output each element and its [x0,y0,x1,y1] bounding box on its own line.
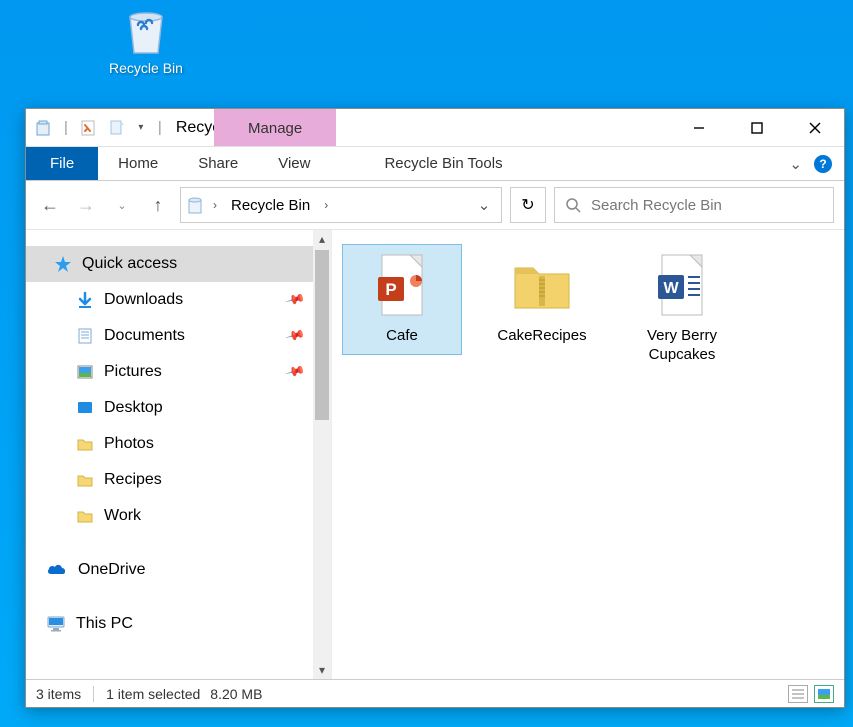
address-bar[interactable]: › Recycle Bin › ⌄ [180,187,502,223]
folder-icon [76,507,94,525]
sidebar-item-label: Pictures [104,363,162,381]
file-item-cakerecipes[interactable]: CakeRecipes [482,244,602,355]
zip-folder-icon [487,251,597,321]
file-item-cafe[interactable]: P Cafe [342,244,462,355]
sidebar-item-photos[interactable]: Photos [26,426,313,462]
sidebar-item-label: OneDrive [78,561,146,579]
desktop-recycle-bin[interactable]: Recycle Bin [98,6,194,76]
scroll-thumb[interactable] [315,250,329,420]
file-list[interactable]: P Cafe CakeRecipes [332,230,844,679]
history-dropdown-icon[interactable]: ⌄ [108,191,136,219]
sidebar-item-label: Downloads [104,291,183,309]
file-label: CakeRecipes [487,327,597,346]
folder-icon [76,471,94,489]
status-selection: 1 item selected [106,686,200,702]
close-button[interactable] [786,109,844,146]
scroll-up-icon[interactable]: ▴ [313,230,331,248]
sidebar-item-recipes[interactable]: Recipes [26,462,313,498]
window-controls [670,109,844,146]
sidebar-item-this-pc[interactable]: This PC [26,606,313,642]
folder-icon [76,435,94,453]
sidebar-item-label: Desktop [104,399,163,417]
minimize-button[interactable] [670,109,728,146]
sidebar-item-label: Work [104,507,141,525]
maximize-button[interactable] [728,109,786,146]
up-button[interactable]: ↑ [144,191,172,219]
back-button[interactable]: ← [36,191,64,219]
sidebar-item-desktop[interactable]: Desktop [26,390,313,426]
navigation-pane: Quick access Downloads 📌 Documents 📌 Pic… [26,230,332,679]
download-arrow-icon [76,291,94,309]
file-item-very-berry-cupcakes[interactable]: W Very Berry Cupcakes [622,244,742,374]
navigation-bar: ← → ⌄ ↑ › Recycle Bin › ⌄ ↻ Search Recyc… [26,181,844,229]
help-icon[interactable]: ? [814,155,832,173]
collapse-ribbon-icon[interactable]: ⌄ [789,155,802,173]
thumbnails-view-button[interactable] [814,685,834,703]
svg-text:P: P [385,280,396,299]
recycle-bin-icon [98,6,194,56]
tab-recycle-bin-tools[interactable]: Recycle Bin Tools [368,147,518,180]
this-pc-icon [46,615,66,633]
pin-icon: 📌 [284,361,306,383]
qat-new-folder-icon[interactable] [106,117,128,139]
status-bar: 3 items 1 item selected 8.20 MB [26,679,844,707]
chevron-right-icon[interactable]: › [320,198,332,212]
pin-icon: 📌 [284,325,306,347]
search-icon [565,197,581,213]
sidebar-item-label: Photos [104,435,154,453]
scroll-down-icon[interactable]: ▾ [313,661,331,679]
star-icon [54,255,72,273]
sidebar-item-quick-access[interactable]: Quick access [26,246,313,282]
svg-text:W: W [663,280,679,297]
recycle-bin-small-icon[interactable] [32,117,54,139]
contextual-tab-manage[interactable]: Manage [214,109,336,146]
file-label: Cafe [347,327,457,346]
ribbon-tabs: File Home Share View Recycle Bin Tools ⌄… [26,147,844,181]
explorer-body: Quick access Downloads 📌 Documents 📌 Pic… [26,229,844,679]
address-bar-icon [185,195,205,215]
desktop-icon [76,399,94,417]
pictures-icon [76,363,94,381]
sidebar-item-onedrive[interactable]: OneDrive [26,552,313,588]
sidebar-item-work[interactable]: Work [26,498,313,534]
sidebar-item-documents[interactable]: Documents 📌 [26,318,313,354]
sidebar-item-label: Recipes [104,471,162,489]
file-explorer-window: | ▾ | Recycle Bin Manage File Home Share… [25,108,845,708]
tab-home[interactable]: Home [98,147,178,180]
qat-properties-icon[interactable] [78,117,100,139]
tab-file[interactable]: File [26,147,98,180]
desktop-recycle-bin-label: Recycle Bin [98,60,194,76]
document-icon [76,327,94,345]
chevron-right-icon[interactable]: › [209,198,221,212]
sidebar-item-pictures[interactable]: Pictures 📌 [26,354,313,390]
status-item-count: 3 items [36,686,81,702]
status-size: 8.20 MB [210,686,262,702]
titlebar: | ▾ | Recycle Bin Manage [26,109,844,147]
tab-view[interactable]: View [258,147,330,180]
details-view-button[interactable] [788,685,808,703]
pin-icon: 📌 [284,289,306,311]
refresh-button[interactable]: ↻ [510,187,546,223]
search-input[interactable]: Search Recycle Bin [554,187,834,223]
nav-tree: Quick access Downloads 📌 Documents 📌 Pic… [26,230,313,679]
address-dropdown-icon[interactable]: ⌄ [471,196,497,214]
forward-button[interactable]: → [72,191,100,219]
tab-share[interactable]: Share [178,147,258,180]
word-file-icon: W [627,251,737,321]
sidebar-item-label: Quick access [82,255,177,273]
sidebar-item-label: Documents [104,327,185,345]
qat-dropdown-icon[interactable]: ▾ [134,117,148,139]
nav-scrollbar[interactable]: ▴ ▾ [313,230,331,679]
sidebar-item-label: This PC [76,615,133,633]
onedrive-icon [46,562,68,578]
address-segment[interactable]: Recycle Bin [225,197,316,214]
search-placeholder: Search Recycle Bin [591,197,722,214]
sidebar-item-downloads[interactable]: Downloads 📌 [26,282,313,318]
powerpoint-file-icon: P [347,251,457,321]
file-label: Very Berry Cupcakes [627,327,737,365]
